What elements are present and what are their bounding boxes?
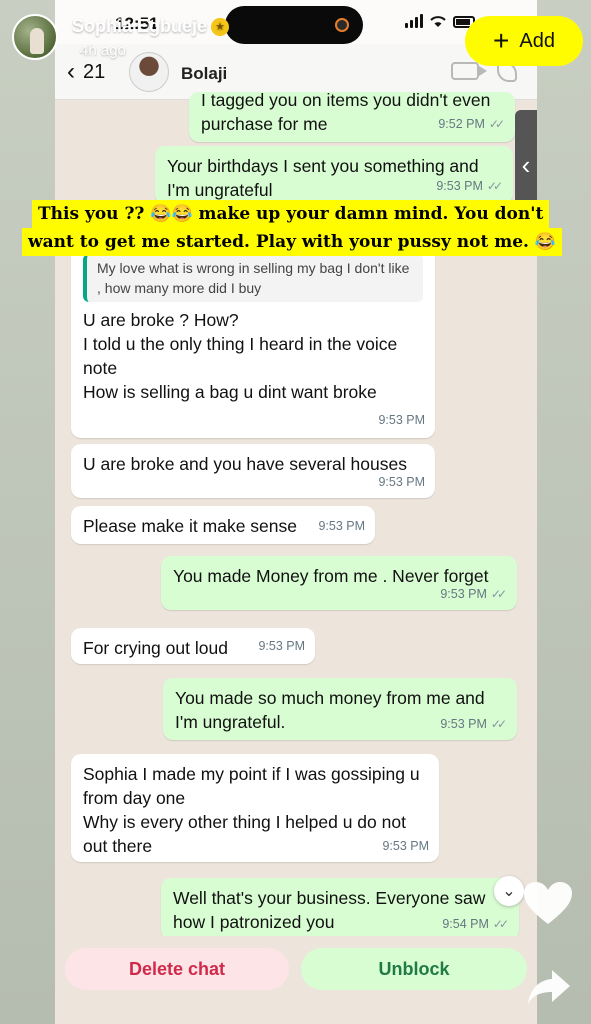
- double-check-icon: ✓✓: [486, 179, 503, 193]
- message-meta: 9:52 PM ✓✓: [438, 112, 505, 136]
- star-badge-icon: ★: [211, 18, 230, 37]
- share-icon[interactable]: [526, 966, 572, 1006]
- heart-icon[interactable]: [522, 880, 574, 926]
- double-check-icon: ✓✓: [490, 587, 507, 601]
- story-avatar[interactable]: [12, 14, 58, 60]
- message-meta: 9:53 PM: [318, 514, 365, 538]
- message-bubble-outgoing[interactable]: You made Money from me . Never forget 9:…: [161, 556, 517, 610]
- message-meta: 9:53 PM ✓✓: [436, 174, 503, 198]
- message-time: 9:53 PM: [382, 839, 429, 853]
- story-username[interactable]: Sophia Egbueje ★: [72, 16, 230, 37]
- chevron-left-icon: ‹: [521, 149, 531, 180]
- message-meta: 9:53 PM: [382, 834, 429, 858]
- story-username-text: Sophia Egbueje: [72, 16, 208, 36]
- double-check-icon: ✓✓: [492, 917, 509, 931]
- message-bubble-incoming[interactable]: Please make it make sense 9:53 PM: [71, 506, 375, 544]
- story-caption-line-2: want to get me started. Play with your p…: [22, 228, 563, 256]
- message-time: 9:53 PM: [436, 179, 483, 193]
- message-text: U are broke ? How? I told u the only thi…: [83, 310, 398, 402]
- message-time: 9:53 PM: [258, 639, 305, 653]
- message-time: 9:53 PM: [378, 475, 425, 489]
- quoted-message[interactable]: My love what is wrong in selling my bag …: [83, 254, 423, 302]
- delete-chat-button[interactable]: Delete chat: [65, 948, 289, 990]
- message-time: 9:53 PM: [318, 519, 365, 533]
- message-bubble-outgoing[interactable]: I tagged you on items you didn't even pu…: [189, 92, 515, 142]
- double-check-icon: ✓✓: [490, 717, 507, 731]
- message-time: 9:53 PM: [378, 413, 425, 427]
- message-meta: 9:54 PM ✓✓: [442, 912, 509, 936]
- message-bubble-incoming[interactable]: For crying out loud 9:53 PM: [71, 628, 315, 664]
- message-meta: 9:53 PM ✓✓: [440, 712, 507, 736]
- plus-icon: +: [493, 25, 510, 56]
- message-text: Sophia I made my point if I was gossipin…: [83, 764, 420, 856]
- chevron-down-icon: ⌄: [502, 883, 516, 900]
- message-time: 9:53 PM: [440, 587, 487, 601]
- story-time: 4h ago: [80, 42, 126, 59]
- add-label: Add: [519, 29, 555, 52]
- message-bubble-outgoing[interactable]: Well that's your business. Everyone saw …: [161, 878, 519, 940]
- message-meta: 9:53 PM: [378, 408, 425, 432]
- scroll-down-button[interactable]: ⌄: [494, 876, 524, 906]
- unblock-button[interactable]: Unblock: [301, 948, 527, 990]
- message-meta: 9:53 PM: [378, 470, 425, 494]
- message-meta: 9:53 PM: [258, 634, 305, 658]
- message-bubble-incoming[interactable]: Sophia I made my point if I was gossipin…: [71, 754, 439, 862]
- message-time: 9:52 PM: [438, 117, 485, 131]
- message-time: 9:53 PM: [440, 717, 487, 731]
- add-friend-button[interactable]: + Add: [465, 16, 583, 66]
- message-time: 9:54 PM: [442, 917, 489, 931]
- message-meta: 9:53 PM ✓✓: [440, 582, 507, 606]
- message-bubble-incoming[interactable]: My love what is wrong in selling my bag …: [71, 246, 435, 438]
- message-text: U are broke and you have several houses: [83, 454, 407, 474]
- blocked-contact-actions: Delete chat Unblock: [55, 936, 537, 1024]
- message-bubble-incoming[interactable]: U are broke and you have several houses …: [71, 444, 435, 498]
- message-bubble-outgoing[interactable]: Your birthdays I sent you something and …: [155, 146, 513, 204]
- double-check-icon: ✓✓: [488, 117, 505, 131]
- story-caption-line-1: This you ?? 😂😂 make up your damn mind. Y…: [32, 200, 550, 228]
- message-bubble-outgoing[interactable]: You made so much money from me and I'm u…: [163, 678, 517, 740]
- chat-screenshot: 12:51 ‹ 21 Bolaji I tagged you on items …: [55, 0, 537, 1024]
